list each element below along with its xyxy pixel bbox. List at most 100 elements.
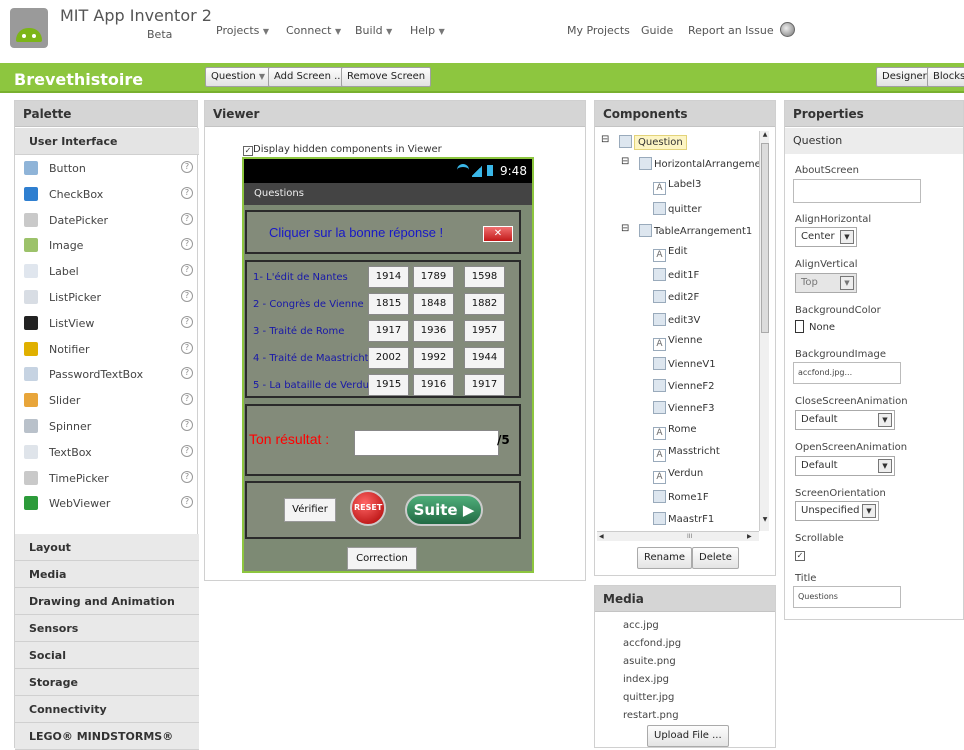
answer-button[interactable]: 1944 [464,347,505,369]
designer-button[interactable]: Designer [876,67,933,87]
palette-item-label[interactable]: Label? [15,259,199,284]
background-color-picker[interactable]: None [795,320,835,333]
title-field[interactable]: Questions [793,586,901,608]
help-icon[interactable]: ? [181,161,193,173]
menu-help[interactable]: Help ▼ [410,24,445,37]
category-media[interactable]: Media [15,561,199,588]
rename-button[interactable]: Rename [637,547,693,569]
menu-connect[interactable]: Connect ▼ [286,24,341,37]
help-icon[interactable]: ? [181,341,193,354]
hidden-components-checkbox[interactable]: ✓ [243,146,253,156]
help-icon[interactable]: ? [181,393,193,406]
help-icon[interactable]: ? [181,315,193,328]
answer-button[interactable]: 1598 [464,266,505,288]
category-lego-mindstorms[interactable]: LEGO® MINDSTORMS® [15,723,199,750]
tree-node[interactable]: ⊟ HorizontalArrangemen [621,156,767,171]
tree-node[interactable]: edit1F [653,268,699,282]
tree-node[interactable]: A Vienne [653,335,702,351]
report-issue-link[interactable]: Report an Issue [688,24,774,37]
help-icon[interactable]: ? [181,444,193,457]
help-icon[interactable]: ? [181,212,193,225]
open-animation-select[interactable]: Default ▼ [795,456,895,476]
answer-button[interactable]: 1957 [464,320,505,342]
answer-button[interactable]: 1936 [413,320,454,342]
category-connectivity[interactable]: Connectivity [15,696,199,723]
collapse-toggle-icon[interactable]: ⊟ [621,156,629,167]
help-icon[interactable]: ? [181,290,193,302]
scroll-right-icon[interactable]: ▶ [747,533,752,540]
tree-node[interactable]: A Label3 [653,179,701,196]
palette-item-datepicker[interactable]: DatePicker? [15,208,199,233]
tree-node[interactable]: A Edit [653,246,687,262]
category-layout[interactable]: Layout [15,534,199,561]
add-screen-button[interactable]: Add Screen ... [268,67,350,87]
next-button[interactable]: Suite ▶ [405,494,483,526]
score-textbox[interactable] [354,430,499,456]
palette-item-textbox[interactable]: TextBox? [15,440,199,465]
tree-node[interactable]: MaastrF1 [653,512,714,526]
category-user-interface[interactable]: User Interface [15,128,199,155]
media-file[interactable]: quitter.jpg [623,692,674,703]
answer-button[interactable]: 1992 [413,347,454,369]
palette-item-button[interactable]: Button? [15,156,199,181]
tree-node[interactable]: VienneF2 [653,379,715,393]
tree-node[interactable]: ⊟ TableArrangement1 [621,223,752,237]
help-icon[interactable]: ? [181,238,193,251]
palette-item-passwordtextbox[interactable]: PasswordTextBox? [15,362,199,387]
quit-button[interactable]: ✕ [483,226,513,242]
palette-item-checkbox[interactable]: CheckBox? [15,182,199,207]
scroll-left-icon[interactable]: ◀ [599,533,604,540]
answer-button[interactable]: 1815 [368,293,409,315]
media-file[interactable]: accfond.jpg [623,638,681,649]
palette-item-image[interactable]: Image? [15,233,199,258]
palette-item-listpicker[interactable]: ListPicker? [15,285,199,310]
palette-item-webviewer[interactable]: WebViewer? [15,491,199,516]
answer-button[interactable]: 1914 [368,266,409,288]
media-file[interactable]: index.jpg [623,674,669,685]
scroll-up-icon[interactable]: ▲ [760,131,770,141]
answer-button[interactable]: 1917 [368,320,409,342]
close-animation-select[interactable]: Default ▼ [795,410,895,430]
delete-button[interactable]: Delete [692,547,739,569]
help-icon[interactable]: ? [181,264,193,277]
palette-item-timepicker[interactable]: TimePicker? [15,466,199,491]
hidden-components-toggle[interactable]: ✓ Display hidden components in Viewer [243,144,442,156]
answer-button[interactable]: 2002 [368,347,409,369]
scroll-hthumb[interactable]: III [687,533,692,540]
my-projects-link[interactable]: My Projects [567,24,630,37]
reset-button[interactable]: RESET [350,490,386,526]
align-horizontal-select[interactable]: Center ▼ [795,227,857,247]
tree-node[interactable]: edit3V [653,312,700,326]
help-icon[interactable]: ? [181,470,193,483]
app-inventor-logo[interactable] [10,8,48,48]
scroll-down-icon[interactable]: ▼ [760,516,770,526]
help-icon[interactable]: ? [181,419,193,431]
answer-button[interactable]: 1917 [464,374,505,396]
verify-button[interactable]: Vérifier [284,498,336,522]
palette-item-spinner[interactable]: Spinner? [15,414,199,439]
upload-file-button[interactable]: Upload File ... [647,725,729,747]
tree-node[interactable]: ⊟ Question [601,134,687,150]
tree-node[interactable]: A Masstricht [653,446,720,462]
help-icon[interactable]: ? [181,367,193,380]
collapse-toggle-icon[interactable]: ⊟ [621,223,629,234]
tree-node[interactable]: A Rome [653,424,697,440]
palette-item-listview[interactable]: ListView? [15,311,199,336]
collapse-toggle-icon[interactable]: ⊟ [601,134,609,145]
language-globe-icon[interactable] [780,22,795,37]
tree-node[interactable]: VienneV1 [653,357,716,370]
menu-build[interactable]: Build ▼ [355,24,392,37]
tree-node[interactable]: VienneF3 [653,401,715,415]
remove-screen-button[interactable]: Remove Screen [341,67,432,87]
answer-button[interactable]: 1848 [413,293,454,315]
tree-node[interactable]: Rome1F [653,490,709,504]
background-image-field[interactable]: accfond.jpg... [793,362,901,384]
help-icon[interactable]: ? [181,186,193,199]
answer-button[interactable]: 1882 [464,293,505,315]
answer-button[interactable]: 1789 [413,266,454,288]
media-file[interactable]: acc.jpg [623,620,659,631]
menu-projects[interactable]: Projects ▼ [216,24,269,37]
tree-vertical-scrollbar[interactable]: ▲ ▼ [759,131,769,531]
scroll-thumb[interactable] [761,143,769,333]
blocks-button[interactable]: Blocks [927,67,964,87]
